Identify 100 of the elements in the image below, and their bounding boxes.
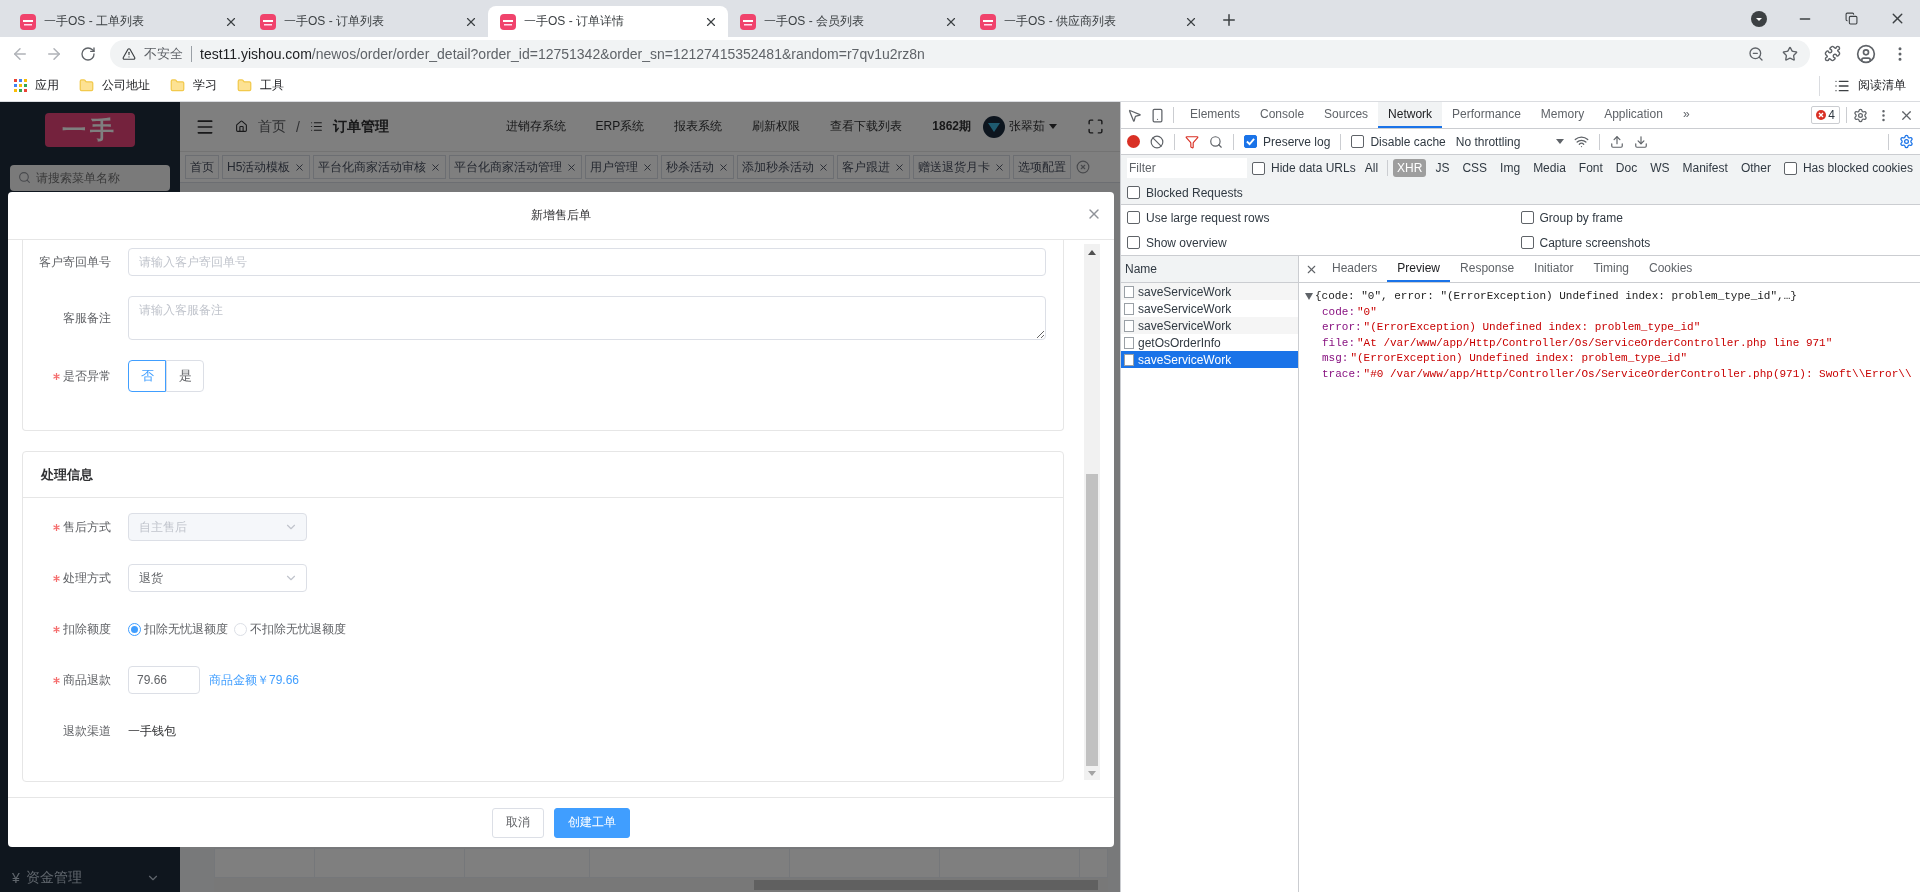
type-filter[interactable]: Img bbox=[1496, 159, 1525, 177]
checkbox-label: Hide data URLs bbox=[1271, 161, 1356, 175]
breadcrumb-separator: / bbox=[296, 118, 300, 135]
devtools-tab[interactable]: Console bbox=[1250, 102, 1315, 128]
preview-line: code: "0" bbox=[1322, 304, 1378, 320]
browser-tab[interactable]: 一手OS - 供应商列表 bbox=[968, 6, 1208, 37]
type-filter[interactable]: Media bbox=[1529, 159, 1570, 177]
field-label: 客服备注 bbox=[63, 309, 111, 327]
bookmark-label[interactable]: 公司地址 bbox=[102, 77, 150, 94]
detail-tab[interactable]: Preview bbox=[1387, 256, 1451, 282]
radio-label: 不扣除无忧退额度 bbox=[250, 620, 346, 638]
toggle-option[interactable]: 是 bbox=[166, 360, 204, 392]
nav-link[interactable]: 查看下载列表 bbox=[830, 118, 903, 135]
devtools-tab[interactable]: Performance bbox=[1442, 102, 1531, 128]
type-filter[interactable]: Font bbox=[1574, 159, 1607, 177]
input-field[interactable]: 请输入客户寄回单号 bbox=[128, 248, 1046, 276]
card-title: 处理信息 bbox=[41, 465, 93, 484]
type-filter[interactable]: Other bbox=[1736, 159, 1775, 177]
type-filter[interactable]: All bbox=[1360, 159, 1383, 177]
user-name[interactable]: 张翠茹 bbox=[1009, 118, 1045, 135]
devtools-tab[interactable]: Application bbox=[1594, 102, 1673, 128]
type-filter[interactable]: JS bbox=[1431, 159, 1454, 177]
browser-tab[interactable]: 一手OS - 订单列表 bbox=[248, 6, 488, 37]
period-label: 1862期 bbox=[932, 118, 971, 135]
page-tab[interactable]: 用户管理 bbox=[585, 155, 659, 179]
detail-tab[interactable]: Headers bbox=[1322, 256, 1388, 282]
devtools-tab[interactable]: Sources bbox=[1314, 102, 1379, 128]
page-tab[interactable]: 秒杀活动 bbox=[661, 155, 735, 179]
devtools-tab[interactable]: Elements bbox=[1180, 102, 1251, 128]
page-tab[interactable]: 客户跟进 bbox=[837, 155, 911, 179]
bookmark-label[interactable]: 学习 bbox=[193, 77, 217, 94]
page-tab[interactable]: 首页 bbox=[185, 155, 219, 179]
request-row[interactable]: saveServiceWork bbox=[1121, 317, 1298, 334]
field-label: 客户寄回单号 bbox=[39, 253, 111, 271]
bookmark-label[interactable]: 工具 bbox=[260, 77, 284, 94]
page-tab[interactable]: 平台化商家活动管理 bbox=[449, 155, 583, 179]
preview-line: trace: "#0 /var/www/app/Http/Controller/Os/ServiceOrderController.php(971): Swoft\\Error\\ bbox=[1322, 366, 1913, 382]
field-label: 商品退款 bbox=[63, 671, 111, 689]
textarea-field[interactable]: 请输入客服备注 bbox=[128, 296, 1046, 340]
amount-field[interactable]: 79.66 bbox=[128, 666, 200, 694]
field-label: 退款渠道 bbox=[63, 722, 111, 740]
checkbox-label: Capture screenshots bbox=[1539, 235, 1651, 250]
cancel-button[interactable]: 取消 bbox=[492, 807, 544, 838]
checkbox-label: Blocked Requests bbox=[1146, 185, 1243, 200]
checkbox-label: Disable cache bbox=[1370, 134, 1446, 149]
filter-field[interactable]: Filter bbox=[1127, 158, 1247, 178]
page-tab[interactable]: 平台化商家活动审核 bbox=[313, 155, 447, 179]
checkbox-label: Show overview bbox=[1146, 235, 1227, 250]
field-value: 一手钱包 bbox=[128, 722, 176, 740]
field-label: 扣除额度 bbox=[63, 620, 111, 638]
nav-link[interactable]: ERP系统 bbox=[595, 118, 645, 135]
field-label: 售后方式 bbox=[63, 518, 111, 536]
amount-hint: 商品金额￥79.66 bbox=[209, 671, 300, 689]
request-row[interactable]: saveServiceWork bbox=[1121, 283, 1298, 300]
request-row[interactable]: saveServiceWork bbox=[1121, 351, 1298, 368]
bookmark-label[interactable]: 应用 bbox=[35, 77, 59, 94]
url-text: test11.yishou.com/newos/order/order_detail?order_id=12751342&order_sn=12127415352481&random=r7qv1u2rz8n bbox=[200, 45, 926, 62]
nav-link[interactable]: 刷新权限 bbox=[752, 118, 801, 135]
breadcrumb-link[interactable]: 首页 bbox=[258, 117, 286, 136]
dialog-title: 新增售后单 bbox=[531, 207, 591, 224]
checkbox-label: Has blocked cookies bbox=[1802, 161, 1913, 175]
preview-line: msg: "(ErrorException) Undefined index: problem_type_id" bbox=[1322, 351, 1689, 366]
devtools-tab[interactable]: Memory bbox=[1530, 102, 1595, 128]
nav-link[interactable]: 报表系统 bbox=[674, 118, 723, 135]
detail-tab[interactable]: Response bbox=[1450, 256, 1525, 282]
type-filter[interactable]: Doc bbox=[1611, 159, 1642, 177]
checkbox-label: Preserve log bbox=[1263, 134, 1331, 149]
preview-line: file: "At /var/www/app/Http/Controller/Os/ServiceOrderController.php line 971" bbox=[1322, 335, 1834, 351]
throttling-select[interactable]: No throttling bbox=[1455, 134, 1521, 149]
field-label: 处理方式 bbox=[63, 569, 111, 587]
type-filter[interactable]: Manifest bbox=[1678, 159, 1732, 177]
browser-tab[interactable]: 一手OS - 会员列表 bbox=[728, 6, 968, 37]
page-tab[interactable]: 添加秒杀活动 bbox=[737, 155, 835, 179]
error-badge[interactable]: 4 bbox=[1811, 106, 1840, 124]
browser-tab[interactable]: 一手OS - 工单列表 bbox=[8, 6, 248, 37]
reading-list-label[interactable]: 阅读清单 bbox=[1858, 77, 1906, 94]
devtools-tab[interactable]: Network bbox=[1378, 102, 1443, 128]
nav-link[interactable]: 进销存系统 bbox=[505, 118, 566, 135]
select-field[interactable]: 退货 bbox=[128, 564, 307, 592]
detail-tab[interactable]: Initiator bbox=[1524, 256, 1584, 282]
page-tab[interactable]: 选项配置 bbox=[1013, 155, 1072, 179]
more-tabs[interactable]: » bbox=[1672, 102, 1700, 128]
page-tab[interactable]: 赠送退货月卡 bbox=[913, 155, 1011, 179]
breadcrumb-current: 订单管理 bbox=[332, 117, 389, 136]
radio-label: 扣除无忧退额度 bbox=[144, 620, 228, 638]
browser-tab[interactable]: 一手OS - 订单详情 bbox=[488, 6, 728, 37]
type-filter[interactable]: CSS bbox=[1458, 159, 1492, 177]
column-header[interactable]: Name bbox=[1125, 262, 1157, 276]
detail-tab[interactable]: Timing bbox=[1583, 256, 1639, 282]
page-tab[interactable]: H5活动模板 bbox=[222, 155, 311, 179]
type-filter[interactable]: WS bbox=[1646, 159, 1674, 177]
menu-search-field[interactable]: 请搜索菜单名称 bbox=[10, 165, 170, 191]
detail-tab[interactable]: Cookies bbox=[1639, 256, 1703, 282]
logo: 一手 bbox=[45, 113, 135, 147]
address-bar[interactable]: 不安全 test11.yishou.com/newos/order/order_detail?order_id=12751342&order_sn=12127415352481&random=r7qv1u2rz8n bbox=[110, 39, 1810, 68]
checkbox-label: Use large request rows bbox=[1146, 210, 1270, 225]
preview-line: error: "(ErrorException) Undefined index: problem_type_id" bbox=[1322, 320, 1702, 335]
security-label: 不安全 bbox=[144, 45, 192, 62]
checkbox-label: Group by frame bbox=[1539, 210, 1623, 225]
field-label: 是否异常 bbox=[63, 367, 111, 385]
